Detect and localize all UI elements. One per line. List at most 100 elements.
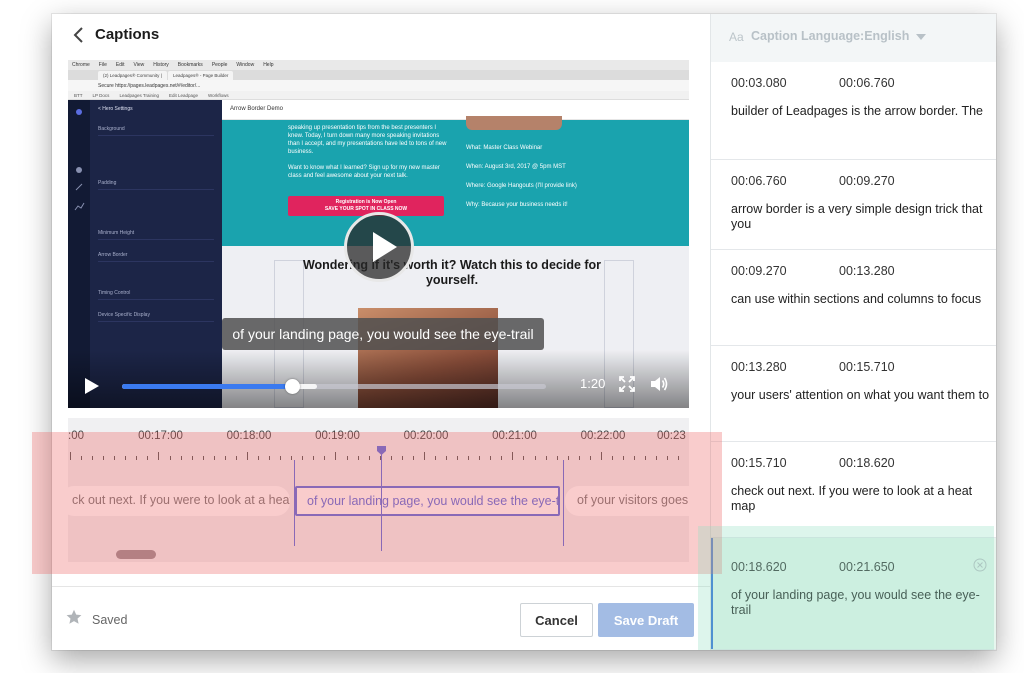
caption-start-time[interactable]: 00:09.270 — [731, 264, 787, 278]
caption-item[interactable]: 00:09.270 00:13.280 can use within secti… — [711, 250, 996, 346]
caption-item[interactable]: 00:15.710 00:18.620 check out next. If y… — [711, 442, 996, 538]
video-caption-overlay: of your landing page, you would see the … — [222, 318, 544, 350]
video-browser-menu-item: Help — [263, 62, 274, 68]
video-browser-menu-item: File — [98, 62, 107, 68]
editor-footer: Saved Cancel Save Draft — [52, 586, 710, 650]
video-browser-bookmark: Edit Leadpage — [168, 93, 198, 98]
captions-editor-window: Captions Chrome File Edit View History Bookma… — [52, 14, 996, 650]
volume-icon[interactable] — [649, 374, 669, 394]
caption-start-time[interactable]: 00:13.280 — [731, 360, 787, 374]
video-time: 1:20 — [580, 376, 606, 391]
saved-status: Saved — [92, 613, 128, 627]
caption-text[interactable]: builder of Leadpages is the arrow border… — [731, 104, 991, 119]
video-scrubber[interactable] — [122, 379, 546, 394]
builder-detail: Where: Google Hangouts (I'll provide lin… — [466, 183, 577, 189]
caption-text[interactable]: arrow border is a very simple design tri… — [731, 202, 991, 232]
cue-boundary[interactable] — [563, 460, 564, 546]
builder-cta: Registration is Now Open SAVE YOUR SPOT … — [288, 196, 444, 216]
builder-row: Minimum Height — [98, 230, 214, 240]
page-title: Captions — [95, 26, 160, 43]
caption-item-active[interactable]: 00:18.620 00:21.650 of your landing page… — [711, 538, 996, 650]
timeline-tick-label: 00:18:00 — [226, 430, 272, 442]
builder-detail: What: Master Class Webinar — [466, 145, 543, 151]
timeline-cue[interactable]: of your visitors goes — [565, 486, 705, 516]
video-browser-menu-item: Chrome — [72, 62, 90, 68]
caption-start-time[interactable]: 00:06.760 — [731, 174, 787, 188]
video-player[interactable]: Chrome File Edit View History Bookmarks People… — [68, 60, 689, 408]
caption-end-time[interactable]: 00:09.270 — [839, 174, 895, 188]
builder-row: Background — [98, 126, 214, 136]
scrubber-thumb[interactable] — [284, 379, 300, 394]
builder-teal-text: speaking up presentation tips from the b… — [288, 125, 447, 179]
timeline-cue-active[interactable]: of your landing page, you would see the … — [295, 486, 560, 516]
builder-teal-section: speaking up presentation tips from the b… — [222, 116, 689, 246]
video-browser-bookmarks: BTT LP Docs Leadpages Training Edit Leadpag… — [68, 91, 689, 100]
timeline-scrollbar[interactable] — [116, 550, 156, 559]
builder-details: What: Master Class Webinar When: August … — [466, 144, 676, 220]
video-browser-bookmark: LP Docs — [92, 93, 110, 98]
cancel-button[interactable]: Cancel — [520, 603, 593, 637]
timeline-tick — [423, 452, 425, 460]
builder-photo-strip — [466, 116, 562, 130]
caption-text[interactable]: your users' attention on what you want t… — [731, 388, 991, 403]
star-icon[interactable] — [66, 609, 82, 625]
caption-start-time[interactable]: 00:15.710 — [731, 456, 787, 470]
video-browser-bookmark: BTT — [74, 93, 83, 98]
builder-panel-title: < Hero Settings — [98, 106, 133, 112]
chevron-down-icon[interactable] — [916, 34, 926, 40]
timeline-tick-label: 00:20:00 — [403, 430, 449, 442]
timeline-tick — [158, 452, 160, 460]
video-browser-menu-item: Bookmarks — [177, 62, 203, 68]
caption-end-time[interactable]: 00:18.620 — [839, 456, 895, 470]
caption-language-label[interactable]: Caption Language:English — [751, 29, 909, 43]
builder-tool-icons — [74, 109, 85, 211]
caption-text[interactable]: check out next. If you were to look at a… — [731, 484, 991, 514]
editor-pane: Captions Chrome File Edit View History Bookma… — [52, 14, 710, 650]
video-browser-address: Secure https://pages.leadpages.net/#/edi… — [68, 80, 689, 91]
timeline-tick-label: 00:21:00 — [492, 430, 537, 442]
timeline-ruler: :00 00:17:00 00:18:00 00:19:00 00:20:00 00:21… — [68, 418, 689, 460]
caption-item[interactable]: 00:13.280 00:15.710 your users' attentio… — [711, 346, 996, 442]
video-browser-tabs: (2) Leadpages® Community | Leadpages® - … — [68, 70, 689, 80]
timeline-tick-label: :00 — [68, 430, 84, 442]
timeline-tick-label: 00:19:00 — [315, 430, 360, 442]
video-browser-bookmark: Workflows — [208, 93, 229, 98]
play-icon[interactable] — [85, 378, 99, 394]
timeline-tick — [70, 452, 71, 460]
timeline-tick-label: 00:23 — [657, 430, 686, 442]
timeline-tick — [335, 452, 337, 460]
builder-row: Timing Control — [98, 290, 214, 300]
timeline-tick-label: 00:17:00 — [138, 430, 183, 442]
caption-end-time[interactable]: 00:13.280 — [839, 264, 895, 278]
caption-start-time[interactable]: 00:18.620 — [731, 560, 787, 574]
timeline-cue[interactable]: ck out next. If you were to look at a he… — [60, 486, 290, 516]
caption-end-time[interactable]: 00:21.650 — [839, 560, 895, 574]
builder-page-name: Arrow Border Demo — [222, 100, 689, 120]
builder-detail: When: August 3rd, 2017 @ 5pm MST — [466, 164, 566, 170]
caption-text[interactable]: of your landing page, you would see the … — [731, 588, 991, 618]
caption-end-time[interactable]: 00:06.760 — [839, 76, 895, 90]
caption-start-time[interactable]: 00:03.080 — [731, 76, 787, 90]
caption-language-selector[interactable]: Aa Caption Language:English — [711, 14, 996, 62]
fullscreen-icon[interactable] — [619, 376, 635, 392]
video-browser-menu-item: Edit — [115, 62, 125, 68]
header: Captions — [52, 14, 710, 56]
builder-detail: Why: Because your business needs it! — [466, 202, 568, 208]
save-draft-button[interactable]: Save Draft — [598, 603, 694, 637]
timeline-tick — [600, 452, 602, 460]
caption-item[interactable]: 00:06.760 00:09.270 arrow border is a ve… — [711, 160, 996, 250]
remove-caption-icon[interactable] — [973, 558, 987, 572]
back-chevron-icon[interactable] — [72, 26, 86, 44]
builder-row: Arrow Border — [98, 252, 214, 262]
big-play-icon[interactable] — [344, 212, 414, 282]
timeline-playhead[interactable] — [381, 447, 382, 551]
text-size-icon: Aa — [729, 30, 744, 44]
caption-text[interactable]: can use within sections and columns to f… — [731, 292, 991, 307]
caption-end-time[interactable]: 00:15.710 — [839, 360, 895, 374]
caption-timeline[interactable]: :00 00:17:00 00:18:00 00:19:00 00:20:00 00:21… — [60, 418, 705, 562]
timeline-tick-label: 00:22:00 — [580, 430, 626, 442]
timeline-tick — [512, 452, 514, 460]
caption-item[interactable]: 00:03.080 00:06.760 builder of Leadpages… — [711, 62, 996, 160]
video-browser-menubar: Chrome File Edit View History Bookmarks People… — [68, 60, 689, 70]
builder-row: Device Specific Display — [98, 312, 214, 322]
